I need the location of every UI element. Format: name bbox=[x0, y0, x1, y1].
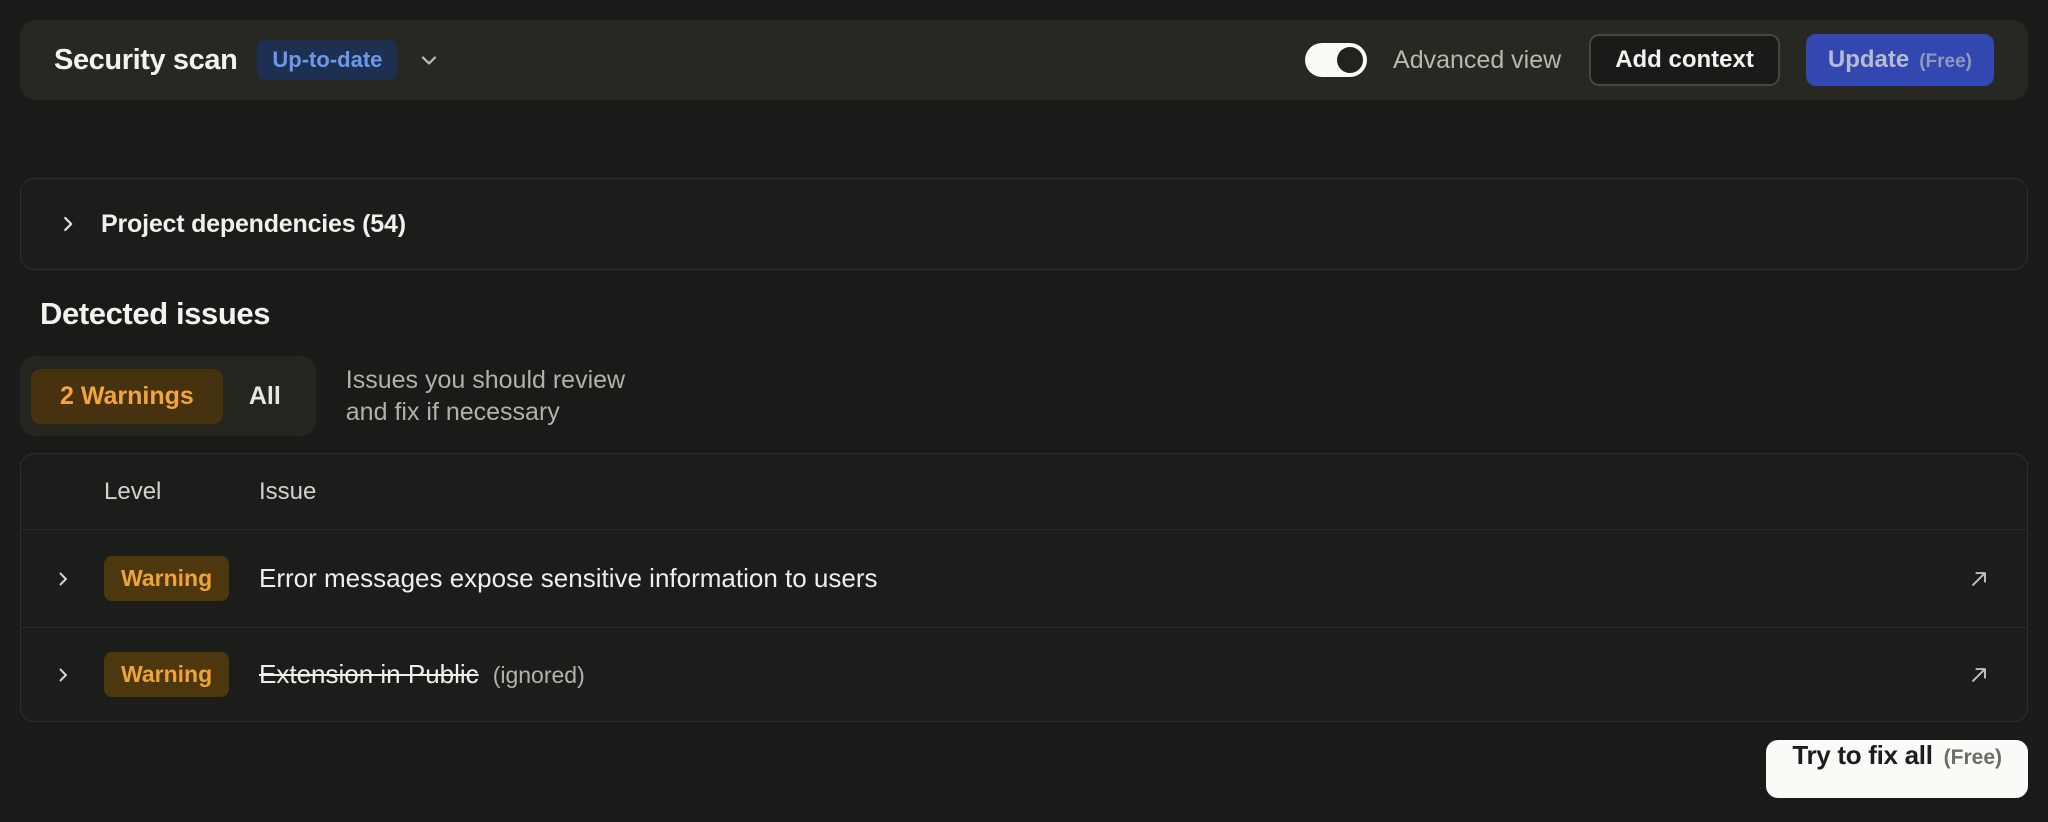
try-fix-all-label: Try to fix all bbox=[1792, 740, 1932, 771]
issues-description: Issues you should review and fix if nece… bbox=[346, 364, 626, 428]
update-free-label: (Free) bbox=[1919, 51, 1972, 73]
topbar-title-group: Security scan Up-to-date bbox=[54, 40, 441, 80]
try-fix-all-free-label: (Free) bbox=[1944, 746, 2002, 770]
issues-table: Level Issue Warning Error messages expos… bbox=[20, 453, 2028, 722]
toggle-knob bbox=[1337, 47, 1363, 73]
chevron-right-icon[interactable] bbox=[57, 213, 79, 235]
add-context-button[interactable]: Add context bbox=[1589, 34, 1780, 86]
issue-title-ignored: Extension in Public bbox=[259, 659, 479, 690]
project-dependencies-row[interactable]: Project dependencies (54) bbox=[20, 178, 2028, 270]
issues-table-header: Level Issue bbox=[21, 454, 2027, 530]
column-issue: Issue bbox=[259, 478, 1931, 506]
chevron-right-icon[interactable] bbox=[21, 665, 104, 685]
topbar: Security scan Up-to-date Advanced view A… bbox=[20, 20, 2028, 100]
advanced-view-toggle[interactable] bbox=[1305, 43, 1367, 77]
filter-all-tab[interactable]: All bbox=[225, 369, 305, 424]
status-badge: Up-to-date bbox=[257, 40, 397, 80]
update-button[interactable]: Update (Free) bbox=[1806, 34, 1994, 86]
column-level: Level bbox=[104, 478, 259, 506]
issue-filter-group: 2 Warnings All bbox=[20, 356, 316, 436]
issues-filter-row: 2 Warnings All Issues you should review … bbox=[20, 356, 626, 436]
chevron-right-icon[interactable] bbox=[21, 569, 104, 589]
warning-level-badge: Warning bbox=[104, 652, 229, 697]
ignored-label: (ignored) bbox=[493, 662, 585, 689]
warning-level-badge: Warning bbox=[104, 556, 229, 601]
detected-issues-heading: Detected issues bbox=[40, 296, 270, 332]
open-issue-arrow-icon[interactable] bbox=[1931, 566, 2027, 592]
page-title: Security scan bbox=[54, 44, 237, 77]
topbar-actions: Advanced view Add context Update (Free) bbox=[1305, 34, 1994, 86]
chevron-down-icon[interactable] bbox=[417, 48, 441, 72]
project-dependencies-label: Project dependencies (54) bbox=[101, 210, 406, 239]
try-fix-all-button[interactable]: Try to fix all (Free) bbox=[1766, 740, 2028, 798]
table-row[interactable]: Warning Error messages expose sensitive … bbox=[21, 530, 2027, 627]
filter-warnings-tab[interactable]: 2 Warnings bbox=[31, 369, 223, 424]
advanced-view-label: Advanced view bbox=[1393, 46, 1561, 75]
open-issue-arrow-icon[interactable] bbox=[1931, 662, 2027, 688]
issue-title: Error messages expose sensitive informat… bbox=[259, 563, 878, 594]
update-button-label: Update bbox=[1828, 46, 1909, 74]
table-row[interactable]: Warning Extension in Public (ignored) bbox=[21, 627, 2027, 721]
